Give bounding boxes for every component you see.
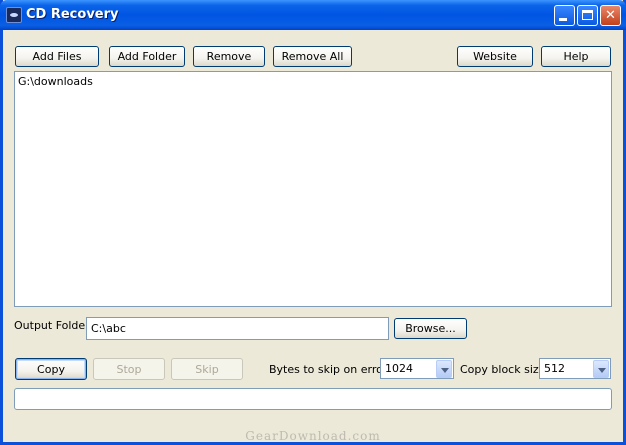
close-button[interactable]: ✕ — [600, 5, 621, 26]
source-list[interactable]: G:\downloads — [14, 71, 612, 307]
chevron-down-icon[interactable] — [436, 360, 452, 378]
output-folder-input[interactable]: C:\abc — [86, 317, 389, 340]
bytes-skip-select[interactable]: 1024 — [380, 358, 454, 379]
website-button[interactable]: Website — [457, 46, 533, 67]
chevron-down-icon[interactable] — [593, 360, 609, 378]
copy-button[interactable]: Copy — [15, 358, 87, 380]
add-folder-button[interactable]: Add Folder — [109, 46, 185, 67]
title-bar[interactable]: CD Recovery ✕ — [0, 0, 626, 30]
list-item[interactable]: G:\downloads — [18, 75, 93, 88]
minimize-button[interactable] — [554, 5, 575, 26]
output-folder-label: Output Folder — [14, 319, 90, 332]
block-size-select[interactable]: 512 — [539, 358, 611, 379]
block-size-value: 512 — [544, 362, 565, 375]
maximize-button[interactable] — [577, 5, 598, 26]
block-size-label: Copy block size — [460, 363, 546, 376]
bytes-skip-value: 1024 — [385, 362, 413, 375]
stop-button[interactable]: Stop — [93, 358, 165, 380]
browse-button[interactable]: Browse... — [394, 318, 467, 339]
watermark: GearDownload.com — [245, 429, 381, 443]
cd-app-icon — [6, 7, 22, 23]
output-folder-value: C:\abc — [91, 322, 126, 335]
remove-button[interactable]: Remove — [193, 46, 265, 67]
remove-all-button[interactable]: Remove All — [273, 46, 352, 67]
help-button[interactable]: Help — [541, 46, 611, 67]
copy-progress-bar — [14, 388, 612, 410]
skip-button[interactable]: Skip — [171, 358, 243, 380]
bytes-skip-label: Bytes to skip on error — [269, 363, 388, 376]
add-files-button[interactable]: Add Files — [15, 46, 99, 67]
close-icon: ✕ — [605, 8, 616, 23]
window-title: CD Recovery — [26, 7, 119, 22]
